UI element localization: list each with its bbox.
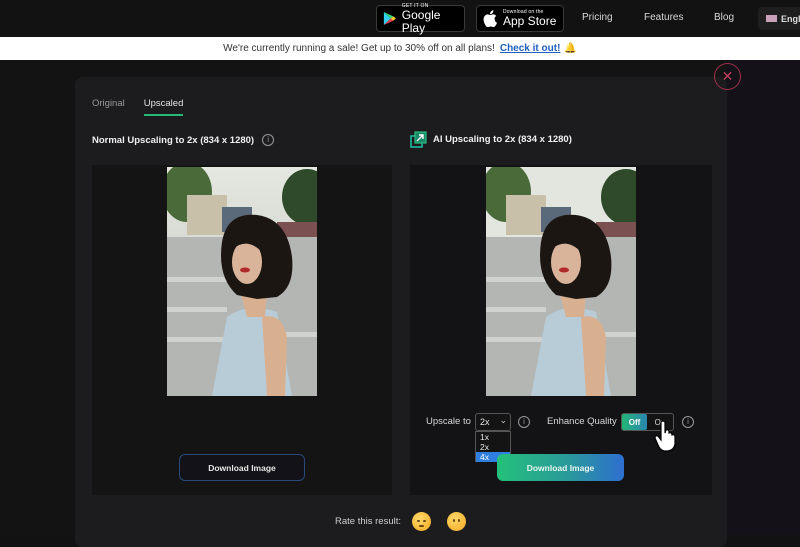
app-store-label: App Store [503, 14, 557, 28]
ai-upscaled-image [486, 167, 636, 396]
sad-face-emoji-icon[interactable] [412, 512, 431, 531]
nav-pricing[interactable]: Pricing [582, 12, 613, 23]
portrait-photo [167, 167, 317, 396]
ai-upscaling-heading: AI Upscaling to 2x (834 x 1280) [410, 131, 572, 148]
rate-result-label: Rate this result: [335, 516, 401, 527]
hand-pointer-cursor-icon [654, 420, 676, 452]
download-ai-button[interactable]: Download Image [497, 454, 624, 481]
app-store-button[interactable]: Download on the App Store [476, 5, 564, 32]
download-normal-button[interactable]: Download Image [179, 454, 305, 481]
info-icon[interactable]: i [262, 134, 275, 146]
language-selector[interactable]: Engli [758, 7, 800, 30]
language-label: Engli [781, 13, 800, 24]
chevron-down-icon: ⌄ [499, 415, 507, 425]
nav-blog[interactable]: Blog [714, 12, 734, 23]
sale-banner-text: We're currently running a sale! Get up t… [223, 43, 495, 54]
top-navigation-bar: GET IT ON Google Play Download on the Ap… [0, 0, 800, 37]
tab-original[interactable]: Original [92, 98, 125, 116]
modal-backdrop-right [727, 60, 800, 535]
bell-icon: 🔔 [564, 43, 577, 54]
apple-icon [483, 10, 497, 27]
portrait-photo [486, 167, 636, 396]
enhance-quality-label: Enhance Quality [547, 416, 617, 427]
close-icon: ✕ [721, 68, 734, 84]
check-it-out-link[interactable]: Check it out! [500, 43, 561, 54]
tab-upscaled[interactable]: Upscaled [143, 98, 184, 116]
sale-banner: We're currently running a sale! Get up t… [0, 37, 800, 60]
upscale-info-icon[interactable]: i [518, 416, 530, 428]
uk-flag-icon [766, 15, 777, 22]
normal-upscaling-title: Normal Upscaling to 2x (834 x 1280) [92, 134, 255, 146]
upscale-select[interactable]: 2x ⌄ [475, 413, 511, 431]
google-play-button[interactable]: GET IT ON Google Play [376, 3, 465, 35]
ai-upscaling-title: AI Upscaling to 2x (834 x 1280) [433, 134, 572, 145]
view-tabs: Original Upscaled [92, 98, 184, 116]
nav-features[interactable]: Features [644, 12, 683, 23]
normal-upscaling-heading: Normal Upscaling to 2x (834 x 1280) i [92, 134, 275, 146]
ai-upscale-icon [410, 131, 427, 148]
toggle-off-option[interactable]: Off [622, 414, 647, 430]
normal-upscaled-image [167, 167, 317, 396]
google-play-icon [383, 12, 396, 25]
upscale-option-1x[interactable]: 1x [476, 432, 510, 442]
upscale-to-label: Upscale to [426, 416, 471, 427]
enhance-info-icon[interactable]: i [682, 416, 694, 428]
neutral-face-emoji-icon[interactable] [447, 512, 466, 531]
close-button[interactable]: ✕ [714, 63, 741, 90]
upscale-selected-value: 2x [480, 417, 490, 427]
upscale-option-2x[interactable]: 2x [476, 442, 510, 452]
google-play-label: Google Play [401, 7, 441, 35]
